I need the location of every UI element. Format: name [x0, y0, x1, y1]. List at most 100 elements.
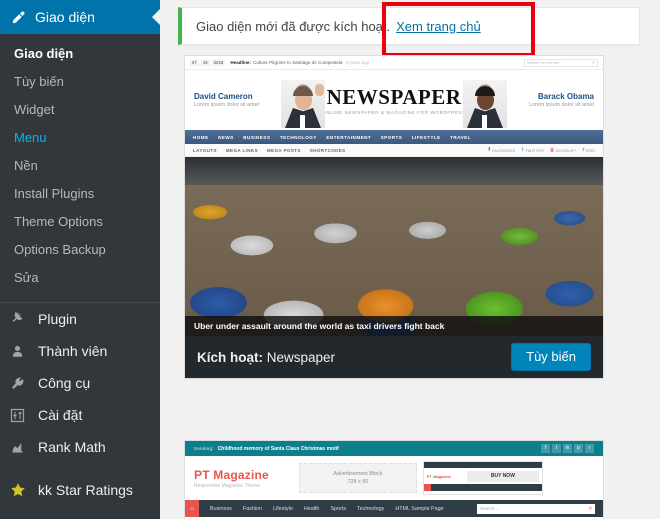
theme-activated-notice: Giao diện mới đã được kích hoạt. Xem tra…: [178, 7, 640, 45]
chart-icon: [10, 437, 36, 457]
active-theme-label: Kích hoạt:: [197, 349, 263, 365]
pt-nav-html-sample-page: HTML Sample Page: [395, 505, 444, 512]
sidebar-item-kk-star-ratings[interactable]: kk Star Ratings: [0, 474, 160, 506]
submenu-item-editor[interactable]: Sửa: [0, 264, 160, 292]
sliders-icon: [10, 405, 36, 425]
subnav-item-mega-posts: MEGA POSTS: [266, 147, 301, 153]
photo-david-cameron: [281, 80, 325, 128]
main-content: Giao diện mới đã được kích hoạt. Xem tra…: [160, 0, 660, 519]
sidebar-item-rank-math[interactable]: Rank Math: [0, 431, 160, 463]
pt-nav-fashion: Fashion: [242, 505, 263, 512]
sidebar-item-users[interactable]: Thành viên: [0, 335, 160, 367]
pt-nav-health: Health: [303, 505, 320, 512]
active-theme-card[interactable]: 07 15 2015 Headline: Culture Pilgrims In…: [184, 55, 604, 379]
rss-icon: r: [582, 147, 585, 153]
submenu-item-background[interactable]: Nền: [0, 152, 160, 180]
pt-nav-business: Business: [210, 505, 232, 512]
social-rss: r RSS: [582, 147, 595, 153]
date-day: 07: [190, 59, 199, 66]
subnav-item-mega-links: MEGA LINKS: [225, 147, 258, 153]
social-googleplus-label: GOOGLE+: [555, 147, 577, 153]
googleplus-icon: g: [550, 147, 554, 153]
demo-main-nav: HOME · NEWS · BUSINESS · TECHNOLOGY · ENTERT…: [185, 130, 603, 144]
search-icon: ⚲: [592, 61, 595, 65]
paintbrush-icon: [11, 10, 33, 25]
sidebar-item-rank-math-label: Rank Math: [38, 439, 106, 455]
sidebar-active-arrow: [152, 9, 160, 25]
user-icon: [10, 341, 36, 361]
date-year: 2015: [211, 59, 226, 66]
submenu-item-appearance[interactable]: Giao diện: [0, 40, 160, 68]
wordpress-admin-screen: Giao diện Giao diện Tùy biến Widget Menu…: [0, 0, 660, 519]
pt-trending-text: Childhood memory of Santa Claus Christma…: [217, 445, 339, 452]
facebook-icon: f: [488, 147, 491, 153]
submenu-item-install-plugins[interactable]: Install Plugins: [0, 180, 160, 208]
pt-logo-subtitle: Responsive Magazine Theme: [194, 482, 261, 489]
submenu-item-widgets[interactable]: Widget: [0, 96, 160, 124]
demo-search-placeholder: Search on the site...: [527, 60, 563, 65]
pt-logo-title: PT Magazine: [194, 467, 269, 482]
submenu-item-menus[interactable]: Menu: [0, 124, 160, 152]
facebook-icon: f: [541, 444, 550, 453]
pt-logo: PT Magazine Responsive Magazine Theme: [194, 468, 269, 489]
rss-icon: r: [585, 444, 594, 453]
view-site-link[interactable]: Xem trang chủ: [396, 19, 481, 34]
demo-logo: NEWSPAPER ONLINE NEWSPAPER & MAGAZINE FO…: [314, 86, 474, 115]
pt-ad-line1: Advertisement Block: [333, 471, 383, 477]
subnav-item-layouts: LAYOUTS: [193, 147, 217, 153]
demo-logo-subtitle: ONLINE NEWSPAPER & MAGAZINE FOR WORDPRES…: [322, 109, 466, 115]
headline-text: Culture Pilgrims In Santiago de Composte…: [253, 60, 343, 65]
subnav-item-shortcodes: SHORTCODES: [309, 147, 346, 153]
pt-trending-bar: trending: Childhood memory of Santa Clau…: [185, 441, 603, 456]
sidebar-item-tools-label: Công cụ: [38, 375, 91, 391]
demo-date: 07 15 2015: [190, 59, 226, 66]
submenu-item-options-backup[interactable]: Options Backup: [0, 236, 160, 264]
photo-barack-obama: [463, 80, 507, 128]
sidebar-header-label: Giao diện: [35, 9, 95, 25]
active-theme-name: Kích hoạt: Newspaper: [197, 350, 335, 365]
theme-card-pt-magazine[interactable]: trending: Childhood memory of Santa Clau…: [184, 440, 604, 519]
theme-action-bar: Kích hoạt: Newspaper Tùy biến: [185, 336, 603, 378]
demo-sub-nav: LAYOUTS MEGA LINKS MEGA POSTS SHORTCODES…: [185, 144, 603, 157]
active-theme-title: Newspaper: [266, 349, 336, 365]
search-icon: ⚲: [588, 505, 592, 511]
pt-search-placeholder: Search ...: [480, 506, 500, 511]
admin-sidebar: Giao diện Giao diện Tùy biến Widget Menu…: [0, 0, 160, 519]
submenu-item-theme-options[interactable]: Theme Options: [0, 208, 160, 236]
demo-social-links: f FACEBOOK t TWITTER g GOOGLE+ r RSS: [488, 147, 595, 153]
wrench-icon: [10, 373, 36, 393]
twitter-icon: t: [552, 444, 561, 453]
nav-item-technology: TECHNOLOGY: [279, 134, 317, 140]
demo-featured-photo: Uber under assault around the world as t…: [185, 157, 603, 336]
nav-item-sports: SPORTS: [380, 134, 403, 140]
appearance-submenu: Giao diện Tùy biến Widget Menu Nền Insta…: [0, 34, 160, 300]
nav-item-news: NEWS: [218, 134, 234, 140]
pt-preview-buy-button: BUY NOW: [466, 470, 539, 482]
nav-item-business: BUSINESS: [243, 134, 271, 140]
twitter-icon: t: [521, 147, 524, 153]
plug-icon: [10, 309, 36, 329]
nav-item-lifestyle: LIFESTYLE: [411, 134, 441, 140]
social-rss-label: RSS: [586, 147, 595, 153]
demo-search-box: Search on the site... ⚲: [524, 58, 598, 67]
pt-main-nav: ⌂ Business Fashion Lifestyle Health Spor…: [185, 500, 603, 517]
pt-masthead: PT Magazine Responsive Magazine Theme Ad…: [185, 456, 603, 500]
home-icon: ⌂: [185, 500, 199, 517]
linkedin-icon: in: [563, 444, 572, 453]
social-twitter: t TWITTER: [521, 147, 544, 153]
sidebar-item-settings[interactable]: Cài đặt: [0, 399, 160, 431]
sidebar-item-tools[interactable]: Công cụ: [0, 367, 160, 399]
pt-search-box: Search ... ⚲: [477, 503, 595, 514]
photo-taxis: [185, 185, 603, 336]
nav-item-home: HOME: [193, 134, 209, 140]
demo-logo-title: NEWSPAPER: [326, 84, 462, 109]
submenu-item-customize[interactable]: Tùy biến: [0, 68, 160, 96]
pt-trending-label: trending:: [194, 446, 214, 451]
notice-text: Giao diện mới đã được kích hoạt.: [196, 18, 391, 34]
sidebar-item-plugins[interactable]: Plugin: [0, 303, 160, 335]
sidebar-item-appearance[interactable]: Giao diện: [0, 0, 160, 34]
customize-button[interactable]: Tùy biến: [511, 343, 591, 371]
headline-time-ago: 4 years ago: [345, 60, 370, 65]
sidebar-item-kk-star-ratings-label: kk Star Ratings: [38, 482, 133, 498]
